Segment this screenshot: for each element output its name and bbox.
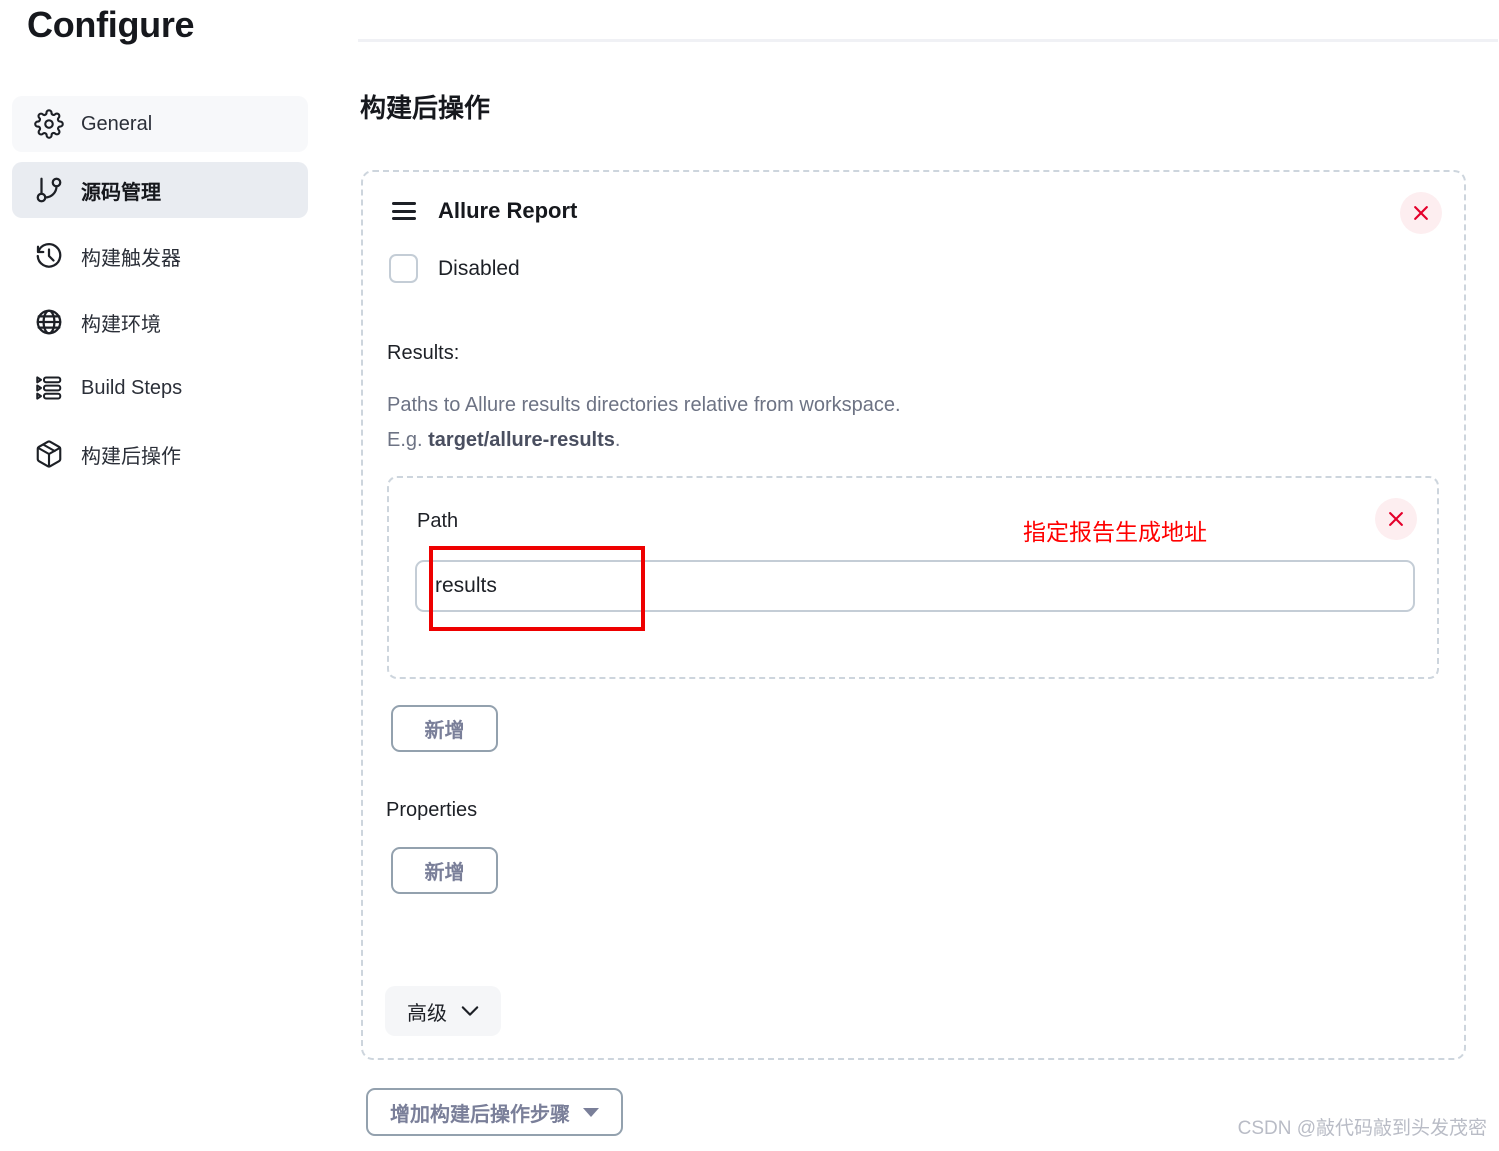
sidebar-item-build-environment[interactable]: 构建环境 bbox=[12, 294, 308, 350]
add-properties-button[interactable]: 新增 bbox=[391, 847, 498, 894]
results-description: Paths to Allure results directories rela… bbox=[387, 388, 901, 458]
clock-icon bbox=[34, 241, 64, 271]
advanced-button-label: 高级 bbox=[407, 1002, 447, 1025]
sidebar-item-label: 源码管理 bbox=[81, 181, 161, 204]
advanced-button[interactable]: 高级 bbox=[385, 986, 501, 1036]
close-icon bbox=[1386, 509, 1406, 529]
header-divider bbox=[358, 39, 1498, 42]
list-steps-icon bbox=[34, 373, 64, 403]
sidebar-item-label: General bbox=[81, 112, 153, 135]
sidebar-item-build-triggers[interactable]: 构建触发器 bbox=[12, 228, 308, 284]
path-label: Path bbox=[417, 510, 459, 532]
disabled-checkbox-row: Disabled bbox=[389, 254, 520, 283]
disabled-checkbox[interactable] bbox=[389, 254, 418, 283]
path-entry-panel: Path bbox=[387, 476, 1439, 679]
globe-icon bbox=[34, 307, 64, 337]
add-post-build-step-button[interactable]: 增加构建后操作步骤 bbox=[366, 1088, 623, 1136]
sidebar-item-label: Build Steps bbox=[81, 376, 183, 399]
sidebar: Configure General 源码管理 构建触发器 构建环境 Build … bbox=[0, 0, 330, 1151]
main-content: 构建后操作 Allure Report Disabled Results: Pa… bbox=[358, 0, 1499, 1151]
panel-title: Allure Report bbox=[438, 198, 578, 223]
sidebar-item-general[interactable]: General bbox=[12, 96, 308, 152]
sidebar-nav: General 源码管理 构建触发器 构建环境 Build Steps 构建后操… bbox=[12, 96, 308, 492]
page-title: Configure bbox=[27, 4, 195, 45]
close-icon bbox=[1411, 203, 1431, 223]
caret-down-icon bbox=[583, 1107, 599, 1117]
package-icon bbox=[34, 439, 64, 469]
chevron-down-icon bbox=[461, 1000, 479, 1023]
section-title: 构建后操作 bbox=[360, 93, 491, 123]
add-path-button[interactable]: 新增 bbox=[391, 705, 498, 752]
annotation-note: 指定报告生成地址 bbox=[1023, 519, 1207, 545]
path-input[interactable] bbox=[415, 560, 1415, 612]
sidebar-item-label: 构建环境 bbox=[81, 313, 161, 336]
properties-label: Properties bbox=[386, 799, 478, 821]
results-eg-suffix: . bbox=[614, 429, 621, 451]
git-branch-icon bbox=[34, 175, 64, 205]
delete-action-button[interactable] bbox=[1400, 192, 1442, 234]
disabled-checkbox-label: Disabled bbox=[438, 256, 520, 280]
results-description-line1: Paths to Allure results directories rela… bbox=[387, 394, 901, 416]
add-post-build-step-label: 增加构建后操作步骤 bbox=[390, 1103, 570, 1126]
sidebar-item-post-build-actions[interactable]: 构建后操作 bbox=[12, 426, 308, 482]
results-description-line2: E.g. target/allure-results. bbox=[387, 423, 901, 458]
post-build-action-panel: Allure Report Disabled Results: Paths to… bbox=[361, 170, 1466, 1060]
results-label: Results: bbox=[387, 342, 460, 364]
watermark: CSDN @敲代码敲到头发茂密 bbox=[1237, 1118, 1487, 1139]
sidebar-item-label: 构建后操作 bbox=[81, 445, 181, 468]
results-eg-path: target/allure-results bbox=[428, 429, 615, 451]
panel-header: Allure Report bbox=[392, 198, 577, 224]
sidebar-item-source-code-management[interactable]: 源码管理 bbox=[12, 162, 308, 218]
configure-page: Configure General 源码管理 构建触发器 构建环境 Build … bbox=[0, 0, 1499, 1151]
sidebar-item-build-steps[interactable]: Build Steps bbox=[12, 360, 308, 416]
sidebar-item-label: 构建触发器 bbox=[81, 247, 181, 270]
delete-path-button[interactable] bbox=[1375, 498, 1417, 540]
results-eg-prefix: E.g. bbox=[387, 429, 429, 451]
hamburger-icon[interactable] bbox=[392, 202, 416, 220]
gear-icon bbox=[34, 109, 64, 139]
